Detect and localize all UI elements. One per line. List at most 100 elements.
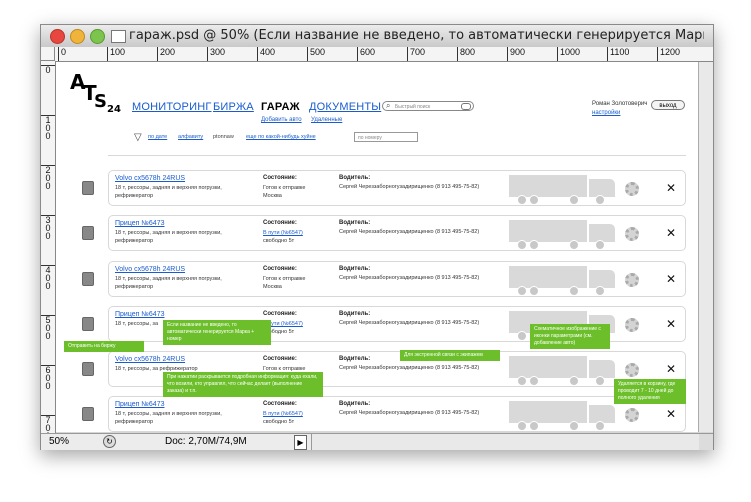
ruler-tick-label: 1100	[607, 47, 629, 61]
settings-gear-icon[interactable]	[625, 318, 639, 332]
ruler-tick-label: 2 0 0	[41, 165, 55, 191]
send-to-exchange-icon[interactable]	[82, 317, 94, 331]
document-canvas[interactable]: A T S 24 МОНИТОРИНГ БИРЖА ГАРАЖ ДОКУМЕНТ…	[56, 62, 702, 432]
vehicle-row[interactable]: Volvo cx5678h 24RUS 18 т, рессоры, задня…	[108, 170, 686, 206]
nav-documents[interactable]: ДОКУМЕНТЫ	[309, 101, 381, 113]
delete-icon[interactable]: ✕	[666, 317, 676, 331]
trip-link[interactable]: В пути (№6547)	[263, 411, 303, 417]
logo-letter: S	[94, 91, 107, 112]
add-auto-link[interactable]: Добавить авто	[261, 117, 302, 123]
note-emergency: Для экстренной связи с экипажем	[400, 350, 500, 361]
zoom-level[interactable]: 50%	[49, 436, 89, 447]
delete-icon[interactable]: ✕	[666, 226, 676, 240]
vehicle-name-link[interactable]: Прицеп №6473	[115, 311, 164, 318]
vehicle-description: 18 т, рессоры, задняя и верхняя погрузки…	[115, 185, 222, 199]
document-icon	[111, 30, 126, 43]
vehicle-description: 18 т, рессоры, задняя и верхняя погрузки…	[115, 411, 222, 425]
header-divider	[108, 155, 686, 156]
state-label: Состояние:	[263, 266, 297, 272]
driver-value: Сергей Череззаборногузадирищенко (8 913 …	[339, 320, 480, 326]
trip-link[interactable]: В пути (№6547)	[263, 230, 303, 236]
settings-gear-icon[interactable]	[625, 273, 639, 287]
ruler-tick-label: 500	[307, 47, 325, 61]
nav-garage[interactable]: ГАРАЖ	[261, 101, 300, 113]
settings-gear-icon[interactable]	[625, 363, 639, 377]
truck-icon	[509, 266, 619, 296]
ruler-tick-label: 7 0 0	[41, 415, 55, 433]
delete-icon[interactable]: ✕	[666, 272, 676, 286]
state-detail: свободно 5т	[263, 419, 295, 425]
state-value: В пути (№6547) свободно 5т	[263, 410, 333, 426]
ruler-tick-label: 6 0 0	[41, 365, 55, 391]
minimize-window-button[interactable]	[70, 29, 85, 44]
ruler-tick-label: 600	[357, 47, 375, 61]
ruler-tick-label: 0	[58, 47, 66, 61]
horizontal-ruler[interactable]: 0 100 200 300 400 500 600 700 800 900 10…	[55, 47, 713, 62]
ruler-tick-label: 0	[41, 65, 55, 75]
note-details: При нажатии раскрывается подробная инфор…	[163, 372, 323, 397]
horizontal-scrollbar[interactable]	[311, 434, 700, 450]
delete-icon[interactable]: ✕	[666, 362, 676, 376]
ruler-tick-label: 1 0 0	[41, 115, 55, 141]
truck-icon	[509, 175, 619, 205]
vehicle-name-link[interactable]: Volvo cx5678h 24RUS	[115, 266, 185, 273]
status-info-icon[interactable]: ↻	[103, 435, 116, 448]
ruler-tick-label: 1000	[557, 47, 580, 61]
state-detail: свободно 5т	[263, 238, 295, 244]
quick-search-input[interactable]: Быстрый поиск	[382, 101, 474, 111]
vehicle-description: 18 т, рессоры, задняя и верхняя погрузки…	[115, 230, 222, 244]
vertical-scrollbar[interactable]	[698, 62, 713, 432]
logo-number: 24	[107, 104, 121, 115]
ruler-tick-label: 100	[107, 47, 125, 61]
send-to-exchange-icon[interactable]	[82, 362, 94, 376]
send-to-exchange-icon[interactable]	[82, 181, 94, 195]
sort-by-other[interactable]: еще по какой-нибудь хуйне	[246, 134, 316, 140]
photoshop-window: гараж.psd @ 50% (Если название не введен…	[40, 24, 714, 450]
state-detail: Москва	[263, 193, 282, 199]
vehicle-name-link[interactable]: Прицеп №6473	[115, 220, 164, 227]
ruler-corner[interactable]	[41, 47, 55, 61]
search-submit-button[interactable]	[461, 103, 471, 110]
send-to-exchange-icon[interactable]	[82, 272, 94, 286]
vehicle-name-link[interactable]: Прицеп №6473	[115, 401, 164, 408]
settings-gear-icon[interactable]	[625, 408, 639, 422]
driver-label: Водитель:	[339, 401, 371, 407]
state-label: Состояние:	[263, 356, 297, 362]
sort-by-alphabet[interactable]: алфавиту	[178, 134, 203, 140]
state-value: Готов к отправке Москва	[263, 184, 333, 200]
number-filter-input[interactable]: по номеру	[354, 132, 418, 142]
vehicle-row[interactable]: Прицеп №6473 18 т, рессоры, задняя и вер…	[108, 215, 686, 251]
send-to-exchange-icon[interactable]	[82, 226, 94, 240]
delete-icon[interactable]: ✕	[666, 407, 676, 421]
sort-by-date[interactable]: по дате	[148, 134, 167, 140]
driver-label: Водитель:	[339, 175, 371, 181]
vehicle-name-link[interactable]: Volvo cx5678h 24RUS	[115, 175, 185, 182]
nav-monitoring[interactable]: МОНИТОРИНГ	[132, 101, 212, 113]
settings-gear-icon[interactable]	[625, 182, 639, 196]
settings-gear-icon[interactable]	[625, 227, 639, 241]
vehicle-description: 18 т, рессоры, задняя и верхняя погрузки…	[115, 276, 222, 290]
truck-icon	[509, 220, 619, 250]
zoom-window-button[interactable]	[90, 29, 105, 44]
resize-grip[interactable]	[699, 434, 713, 450]
logout-button[interactable]: выход	[651, 100, 685, 110]
state-text: Готов к отправке	[263, 276, 306, 282]
deleted-link[interactable]: Удаленные	[311, 117, 342, 123]
ruler-tick-label: 800	[457, 47, 475, 61]
close-window-button[interactable]	[50, 29, 65, 44]
state-label: Состояние:	[263, 401, 297, 407]
vertical-ruler[interactable]: 0 1 0 0 2 0 0 3 0 0 4 0 0 5 0 0 6 0 0 7 …	[41, 61, 56, 433]
settings-link[interactable]: настройки	[592, 110, 620, 116]
vehicle-row[interactable]: Прицеп №6473 18 т, рессоры, задняя и вер…	[108, 396, 686, 432]
ruler-tick-label: 5 0 0	[41, 315, 55, 341]
status-menu-arrow-icon[interactable]: ▶	[294, 435, 307, 450]
filter-text: ptonnaw	[213, 134, 234, 140]
send-to-exchange-icon[interactable]	[82, 407, 94, 421]
vehicle-row[interactable]: Volvo cx5678h 24RUS 18 т, рессоры, задня…	[108, 261, 686, 297]
vehicle-name-link[interactable]: Volvo cx5678h 24RUS	[115, 356, 185, 363]
nav-exchange[interactable]: БИРЖА	[213, 101, 254, 113]
driver-label: Водитель:	[339, 220, 371, 226]
driver-value: Сергей Череззаборногузадирищенко (8 913 …	[339, 410, 480, 416]
delete-icon[interactable]: ✕	[666, 181, 676, 195]
filter-icon: ▽	[134, 132, 142, 143]
